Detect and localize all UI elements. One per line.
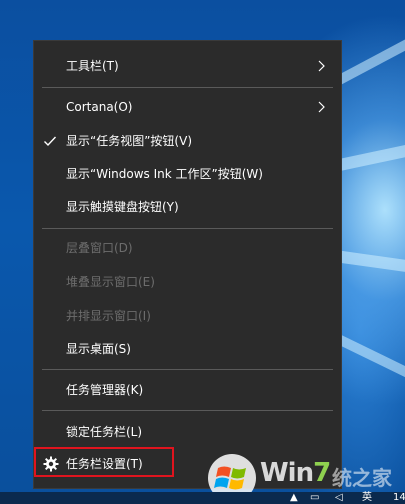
menu-item-show-task-view-button[interactable]: 显示“任务视图”按钮(V) — [34, 125, 341, 157]
taskbar — [0, 492, 405, 504]
clock[interactable]: 14 — [393, 492, 405, 504]
menu-item-label: 显示“任务视图”按钮(V) — [66, 134, 193, 148]
watermark-subtext: 统之家 — [332, 466, 392, 490]
volume-icon[interactable]: ◁ — [335, 492, 343, 504]
taskbar-context-menu: 工具栏(T) Cortana(O) 显示“任务视图”按钮(V) 显示“Windo… — [33, 40, 342, 489]
network-icon[interactable]: ▭ — [310, 492, 319, 504]
menu-item-label: 锁定任务栏(L) — [66, 425, 143, 439]
menu-separator — [42, 87, 333, 88]
menu-item-label: 并排显示窗口(I) — [66, 309, 151, 323]
menu-item-label: 显示“Windows Ink 工作区”按钮(W) — [66, 167, 263, 181]
menu-separator — [42, 410, 333, 411]
tray-up-arrow-icon[interactable]: ▲ — [290, 492, 298, 504]
checkmark-icon — [44, 136, 57, 147]
menu-item-stack-windows: 堆叠显示窗口(E) — [34, 266, 341, 298]
menu-item-toolbars[interactable]: 工具栏(T) — [34, 50, 341, 82]
menu-item-show-windows-ink-button[interactable]: 显示“Windows Ink 工作区”按钮(W) — [34, 158, 341, 190]
menu-separator — [42, 228, 333, 229]
light-beam — [334, 250, 405, 282]
input-language-indicator[interactable]: 英 — [362, 492, 372, 504]
menu-item-label: 显示触摸键盘按钮(Y) — [66, 200, 179, 214]
menu-item-side-by-side-windows: 并排显示窗口(I) — [34, 300, 341, 332]
menu-item-label: Cortana(O) — [66, 100, 133, 114]
chevron-right-icon — [318, 60, 325, 72]
menu-item-task-manager[interactable]: 任务管理器(K) — [34, 374, 341, 406]
menu-item-cascade-windows: 层叠窗口(D) — [34, 232, 341, 264]
menu-separator — [42, 369, 333, 370]
menu-item-show-desktop[interactable]: 显示桌面(S) — [34, 333, 341, 365]
menu-item-label: 层叠窗口(D) — [66, 241, 133, 255]
highlight-box — [34, 447, 174, 477]
menu-item-label: 堆叠显示窗口(E) — [66, 275, 155, 289]
menu-item-lock-taskbar[interactable]: 锁定任务栏(L) — [34, 416, 341, 448]
menu-item-label: 显示桌面(S) — [66, 342, 131, 356]
menu-item-label: 工具栏(T) — [66, 59, 119, 73]
menu-item-cortana[interactable]: Cortana(O) — [34, 91, 341, 123]
watermark-text: Win7 — [260, 458, 331, 488]
chevron-right-icon — [318, 101, 325, 113]
menu-item-label: 任务管理器(K) — [66, 383, 144, 397]
light-beam — [333, 131, 405, 172]
menu-item-show-touch-keyboard-button[interactable]: 显示触摸键盘按钮(Y) — [34, 191, 341, 223]
